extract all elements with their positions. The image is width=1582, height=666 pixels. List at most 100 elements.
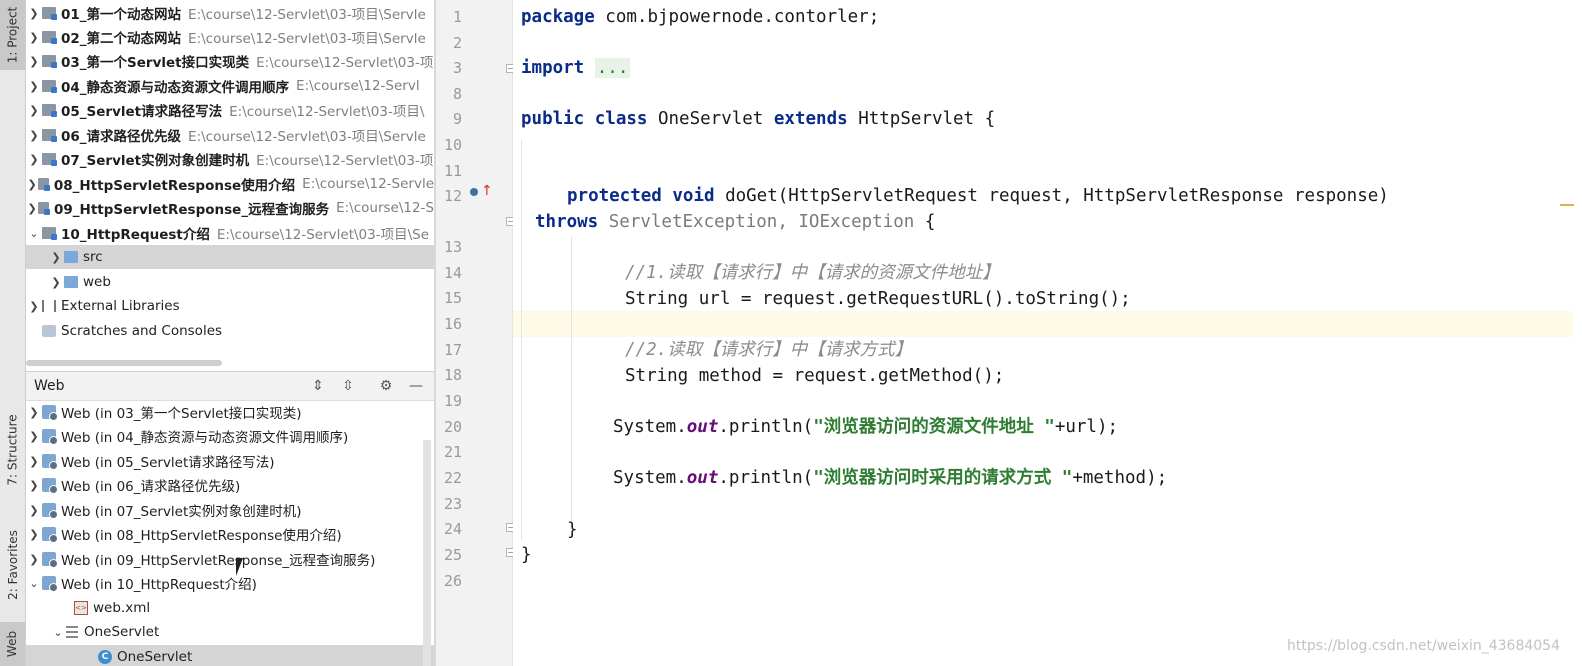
watermark: https://blog.csdn.net/weixin_43684054 <box>1286 638 1560 654</box>
chevron-down-icon[interactable]: ⌄ <box>26 577 42 590</box>
folded-imports[interactable]: ... <box>594 58 631 78</box>
web-facet-item[interactable]: ❯ Web (in 04_静态资源与动态资源文件调用顺序) <box>26 424 434 448</box>
project-tree-item-web[interactable]: ❯ web <box>26 270 434 294</box>
xml-file-icon: <> <box>74 601 88 615</box>
web-facet-item[interactable]: ❯ Web (in 09_HttpServletResponse_远程查询服务) <box>26 547 434 571</box>
chevron-right-icon[interactable]: ❯ <box>26 153 42 166</box>
line-number: 24 <box>443 520 462 538</box>
chevron-right-icon[interactable]: ❯ <box>26 504 42 517</box>
line-number: 20 <box>443 418 462 436</box>
line-number: 26 <box>443 572 462 590</box>
line-number: 12 <box>443 187 462 205</box>
web-facet-item[interactable]: ⌄ Web (in 10_HttpRequest介绍) <box>26 571 434 595</box>
module-folder-icon <box>42 80 57 93</box>
code-line-17-comment: //2.读取【请求行】中【请求方式】 <box>625 340 913 360</box>
chevron-down-icon[interactable]: ⌄ <box>50 626 66 639</box>
line-number: 3 <box>452 59 462 77</box>
gear-icon[interactable]: ⚙ <box>376 376 396 396</box>
line-number: 23 <box>443 495 462 513</box>
override-method-icon[interactable] <box>470 188 478 196</box>
module-folder-icon <box>38 202 50 215</box>
code-line-3: import ... <box>521 58 631 78</box>
module-folder-icon <box>42 227 57 240</box>
chevron-right-icon[interactable]: ❯ <box>26 430 42 443</box>
project-tree-item-external-libraries[interactable]: ❯ External Libraries <box>26 294 434 318</box>
code-line-18: String method = request.getMethod(); <box>625 366 1005 386</box>
line-number: 18 <box>443 366 462 384</box>
favorites-tool-tab[interactable]: 2: Favorites <box>0 515 25 615</box>
horizontal-scrollbar[interactable] <box>26 360 222 366</box>
project-tool-tab[interactable]: 1: Project <box>0 0 25 70</box>
scratches-icon <box>42 325 56 337</box>
arrow-up-icon[interactable]: ↑ <box>481 183 493 199</box>
chevron-right-icon[interactable]: ❯ <box>26 7 42 20</box>
chevron-right-icon[interactable]: ❯ <box>26 104 42 117</box>
chevron-right-icon[interactable]: ❯ <box>26 553 42 566</box>
line-number: 10 <box>443 136 462 154</box>
collapse-all-icon[interactable]: ⇳ <box>338 376 358 396</box>
structure-tool-tab[interactable]: 7: Structure <box>0 400 25 500</box>
project-tree-item[interactable]: ❯ 08_HttpServletResponse使用介绍 E:\course\12-… <box>26 172 434 196</box>
project-tree-item[interactable]: ❯ 01_第一个动态网站 E:\course\12-Servlet\03-项目\Se… <box>26 1 434 25</box>
chevron-right-icon[interactable]: ❯ <box>26 406 42 419</box>
line-number: 21 <box>443 443 462 461</box>
project-tree-item[interactable]: ❯ 05_Servlet请求路径写法 E:\course\12-Servlet\03… <box>26 98 434 122</box>
web-facet-icon <box>42 576 58 592</box>
web-tool-tab[interactable]: Web <box>0 622 25 666</box>
chevron-down-icon[interactable]: ⌄ <box>26 227 42 240</box>
servlet-list-icon <box>66 626 78 638</box>
chevron-right-icon[interactable]: ❯ <box>26 455 42 468</box>
web-xml-item[interactable]: <> web.xml <box>26 596 434 620</box>
line-number: 2 <box>452 34 462 52</box>
project-tree-item[interactable]: ❯ 02_第二个动态网站 E:\course\12-Servlet\03-项目\Se… <box>26 25 434 49</box>
web-facet-item[interactable]: ❯ Web (in 05_Servlet请求路径写法) <box>26 449 434 473</box>
module-folder-icon <box>38 178 50 191</box>
chevron-right-icon[interactable]: ❯ <box>26 129 42 142</box>
mouse-cursor-icon <box>236 558 250 576</box>
web-facet-item[interactable]: ❯ Web (in 07_Servlet实例对象创建时机) <box>26 498 434 522</box>
chevron-right-icon[interactable]: ❯ <box>48 251 64 264</box>
project-tree-item[interactable]: ⌄ 10_HttpRequest介绍 E:\course\12-Servlet\03… <box>26 221 434 245</box>
chevron-right-icon[interactable]: ❯ <box>26 31 42 44</box>
web-panel-title: Web <box>34 378 65 394</box>
chevron-right-icon[interactable]: ❯ <box>26 528 42 541</box>
web-facet-icon <box>42 405 58 421</box>
minimize-icon[interactable]: — <box>406 376 426 396</box>
line-number: 14 <box>443 264 462 282</box>
chevron-right-icon[interactable]: ❯ <box>26 55 42 68</box>
project-tree-item-scratches[interactable]: Scratches and Consoles <box>26 319 434 343</box>
expand-all-icon[interactable]: ⇕ <box>308 376 328 396</box>
project-tree-item[interactable]: ❯ 09_HttpServletResponse_远程查询服务 E:\course\… <box>26 196 434 220</box>
web-facet-item[interactable]: ❯ Web (in 06_请求路径优先级) <box>26 473 434 497</box>
line-number: 16 <box>443 315 462 333</box>
web-facet-item[interactable]: ❯ Web (in 03_第一个Servlet接口实现类) <box>26 400 434 424</box>
error-stripe-marker[interactable] <box>1560 204 1574 206</box>
module-folder-icon <box>42 31 57 44</box>
project-panel: ❯ 01_第一个动态网站 E:\course\12-Servlet\03-项目\Se… <box>26 0 434 370</box>
chevron-right-icon[interactable]: ❯ <box>48 276 64 289</box>
code-line-12-wrap: throws ServletException, IOException { <box>535 212 936 232</box>
code-line-14-comment: //1.读取【请求行】中【请求的资源文件地址】 <box>625 263 1000 283</box>
chevron-right-icon[interactable]: ❯ <box>26 300 42 313</box>
servlet-class-item[interactable]: C OneServlet <box>26 645 434 666</box>
vertical-scrollbar[interactable] <box>423 440 431 666</box>
module-folder-icon <box>42 129 57 142</box>
code-editor[interactable]: package com.bjpowernode.contorler; impor… <box>513 0 1582 666</box>
line-number: 9 <box>452 110 462 128</box>
chevron-right-icon[interactable]: ❯ <box>26 178 38 191</box>
web-facet-icon <box>42 552 58 568</box>
project-tree-item[interactable]: ❯ 04_静态资源与动态资源文件调用顺序 E:\course\12-Servl <box>26 74 434 98</box>
chevron-right-icon[interactable]: ❯ <box>26 80 42 93</box>
code-line-24: } <box>567 520 578 540</box>
code-line-9: public class OneServlet extends HttpServ… <box>521 109 996 129</box>
web-panel: ❯ Web (in 03_第一个Servlet接口实现类) ❯ Web (in 04… <box>26 400 434 666</box>
servlet-group-item[interactable]: ⌄ OneServlet <box>26 620 434 644</box>
chevron-right-icon[interactable]: ❯ <box>26 202 38 215</box>
project-tree-item[interactable]: ❯ 03_第一个Servlet接口实现类 E:\course\12-Servlet\… <box>26 49 434 73</box>
chevron-right-icon[interactable]: ❯ <box>26 479 42 492</box>
web-facet-item[interactable]: ❯ Web (in 08_HttpServletResponse使用介绍) <box>26 522 434 546</box>
project-tree-item[interactable]: ❯ 07_Servlet实例对象创建时机 E:\course\12-Servlet\… <box>26 147 434 171</box>
project-tree-item[interactable]: ❯ 06_请求路径优先级 E:\course\12-Servlet\03-项目\Se… <box>26 123 434 147</box>
project-tree-item-src[interactable]: ❯ src <box>26 245 434 269</box>
line-number: 25 <box>443 546 462 564</box>
